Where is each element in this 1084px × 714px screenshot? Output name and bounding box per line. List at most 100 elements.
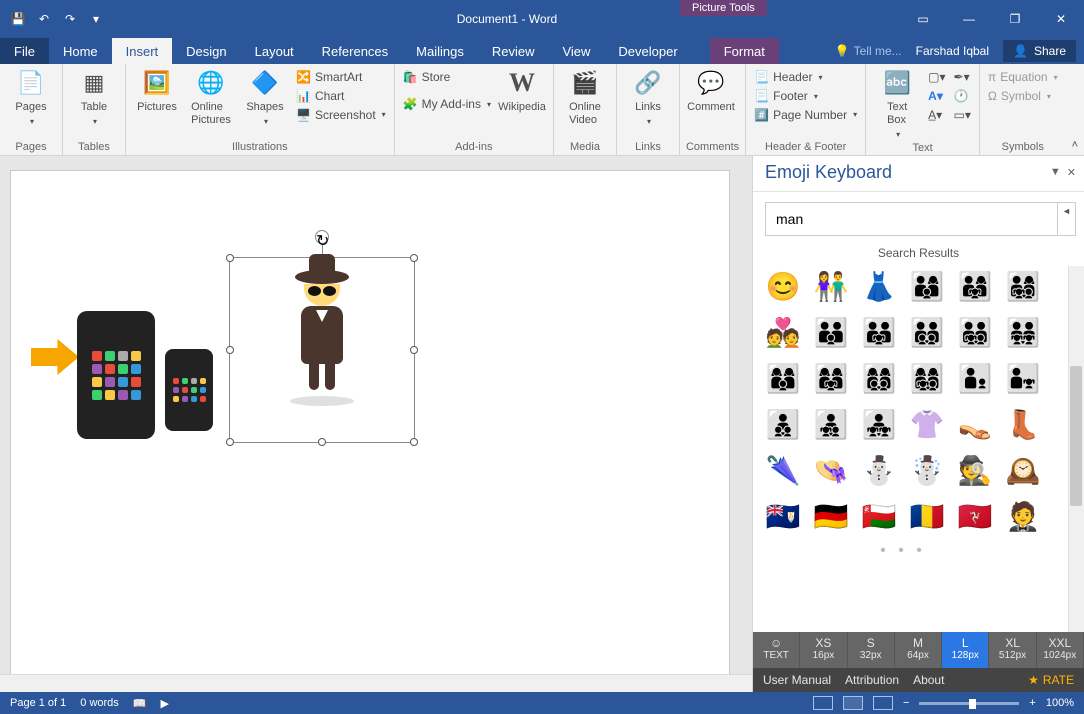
shapes-button[interactable]: 🔷 Shapes▾ (240, 68, 290, 127)
spellcheck-icon[interactable]: 📖 (133, 697, 147, 710)
close-icon[interactable]: ✕ (1038, 0, 1084, 38)
emoji-result[interactable]: 👨‍👦‍👦 (763, 404, 803, 444)
redo-icon[interactable]: ↷ (62, 11, 78, 27)
smartart-button[interactable]: 🔀SmartArt (294, 68, 388, 87)
size-option-☺[interactable]: ☺TEXT (753, 632, 800, 668)
tab-review[interactable]: Review (478, 38, 549, 64)
search-scroll-up-icon[interactable]: ◄ (1058, 202, 1076, 236)
resize-handle-ne[interactable] (410, 254, 418, 262)
table-button[interactable]: ▦ Table▾ (69, 68, 119, 127)
print-layout-icon[interactable] (843, 696, 863, 710)
read-mode-icon[interactable] (813, 696, 833, 710)
page-count[interactable]: Page 1 of 1 (10, 697, 66, 709)
symbol-button[interactable]: ΩSymbol▾ (986, 87, 1060, 106)
emoji-result[interactable]: 🕵️ (955, 450, 995, 490)
horizontal-scrollbar[interactable] (0, 674, 752, 692)
tab-developer[interactable]: Developer (604, 38, 691, 64)
emoji-result[interactable]: 👨‍👦 (955, 358, 995, 398)
pictures-button[interactable]: 🖼️ Pictures (132, 68, 182, 114)
my-addins-button[interactable]: 🧩My Add-ins▾ (401, 95, 493, 114)
emoji-result[interactable]: 🌂 (763, 450, 803, 490)
macro-icon[interactable]: ▶ (161, 697, 169, 710)
size-option-s[interactable]: S32px (848, 632, 895, 668)
emoji-result[interactable]: 👩‍👩‍👦 (763, 358, 803, 398)
collapse-ribbon-icon[interactable]: ˄ (1066, 135, 1084, 155)
tab-references[interactable]: References (308, 38, 402, 64)
emoji-result[interactable]: 🇩🇪 (811, 496, 851, 536)
signature-line-button[interactable]: ✒▾ (952, 68, 973, 87)
emoji-result[interactable]: 👚 (907, 404, 947, 444)
emoji-result[interactable]: 👨‍👩‍👧‍👦 (1003, 266, 1043, 306)
emoji-result[interactable]: 👩‍👩‍👦‍👦 (859, 358, 899, 398)
tab-mailings[interactable]: Mailings (402, 38, 478, 64)
page-number-button[interactable]: #️⃣Page Number▾ (752, 106, 859, 125)
screenshot-button[interactable]: 🖥️Screenshot▾ (294, 106, 388, 125)
size-option-xs[interactable]: XS16px (800, 632, 847, 668)
rate-button[interactable]: ★RATE (1028, 673, 1074, 687)
tab-view[interactable]: View (548, 38, 604, 64)
online-pictures-button[interactable]: 🌐 Online Pictures (186, 68, 236, 127)
size-option-l[interactable]: L128px (942, 632, 989, 668)
tab-format[interactable]: Format (710, 38, 779, 64)
emoji-search-input[interactable] (765, 202, 1058, 236)
zoom-level[interactable]: 100% (1046, 697, 1074, 709)
tab-file[interactable]: File (0, 38, 49, 64)
user-name[interactable]: Farshad Iqbal (916, 44, 989, 58)
scrollbar-thumb[interactable] (1070, 366, 1082, 506)
emoji-result[interactable]: 👫 (811, 266, 851, 306)
size-option-xxl[interactable]: XXL1024px (1037, 632, 1084, 668)
header-button[interactable]: 📃Header▾ (752, 68, 859, 87)
size-option-xl[interactable]: XL512px (989, 632, 1036, 668)
emoji-result[interactable]: 👨‍👨‍👧‍👦 (955, 312, 995, 352)
web-layout-icon[interactable] (873, 696, 893, 710)
equation-button[interactable]: πEquation▾ (986, 68, 1060, 87)
restore-icon[interactable]: ❐ (992, 0, 1038, 38)
tell-me-search[interactable]: 💡 Tell me... (835, 44, 902, 58)
tab-home[interactable]: Home (49, 38, 112, 64)
wordart-button[interactable]: A▾ (926, 87, 947, 106)
document-page[interactable]: ↻ (10, 170, 730, 690)
emoji-pane-scrollbar[interactable] (1068, 266, 1084, 632)
emoji-result[interactable]: 👨‍👨‍👦 (811, 312, 851, 352)
comment-button[interactable]: 💬Comment (686, 68, 736, 114)
pane-close-icon[interactable]: ✕ (1067, 166, 1076, 179)
drop-cap-button[interactable]: A̲▾ (926, 106, 947, 125)
inserted-phone-large-emoji[interactable] (77, 311, 155, 439)
user-manual-link[interactable]: User Manual (763, 673, 831, 687)
emoji-result[interactable]: 💑 (763, 312, 803, 352)
inserted-arrow-emoji[interactable] (31, 339, 79, 375)
emoji-result[interactable]: 🇮🇲 (955, 496, 995, 536)
zoom-out-icon[interactable]: − (903, 697, 909, 709)
tab-insert[interactable]: Insert (112, 38, 173, 64)
pane-options-icon[interactable]: ▼ (1050, 166, 1061, 179)
emoji-result[interactable]: 👨‍👧‍👧 (859, 404, 899, 444)
resize-handle-s[interactable] (318, 438, 326, 446)
text-box-button[interactable]: 🔤Text Box▾ (872, 68, 922, 140)
qat-dropdown-icon[interactable]: ▾ (88, 11, 104, 27)
emoji-result[interactable]: 😊 (763, 266, 803, 306)
emoji-result[interactable]: 👨‍👧 (1003, 358, 1043, 398)
minimize-icon[interactable]: — (946, 0, 992, 38)
emoji-result[interactable]: 🤵 (1003, 496, 1043, 536)
emoji-result[interactable]: 👗 (859, 266, 899, 306)
emoji-result[interactable]: 👨‍👨‍👧 (859, 312, 899, 352)
emoji-result[interactable]: 👢 (1003, 404, 1043, 444)
emoji-result[interactable]: 👩‍👩‍👧 (811, 358, 851, 398)
resize-handle-w[interactable] (226, 346, 234, 354)
emoji-result[interactable]: 🕰️ (1003, 450, 1043, 490)
object-button[interactable]: ▭▾ (952, 106, 973, 125)
emoji-result[interactable]: 👨‍👩‍👧 (955, 266, 995, 306)
ribbon-display-options-icon[interactable]: ▭ (900, 0, 946, 38)
attribution-link[interactable]: Attribution (845, 673, 899, 687)
emoji-result[interactable]: 👨‍👩‍👦 (907, 266, 947, 306)
wikipedia-button[interactable]: W Wikipedia (497, 68, 547, 114)
tab-design[interactable]: Design (172, 38, 240, 64)
inserted-spy-emoji[interactable] (277, 270, 367, 406)
resize-handle-e[interactable] (410, 346, 418, 354)
size-option-m[interactable]: M64px (895, 632, 942, 668)
chart-button[interactable]: 📊Chart (294, 87, 388, 106)
store-button[interactable]: 🛍️Store (401, 68, 493, 87)
emoji-result[interactable]: 🇴🇲 (859, 496, 899, 536)
inserted-phone-small-emoji[interactable] (165, 349, 213, 431)
date-time-button[interactable]: 🕐 (952, 87, 973, 106)
